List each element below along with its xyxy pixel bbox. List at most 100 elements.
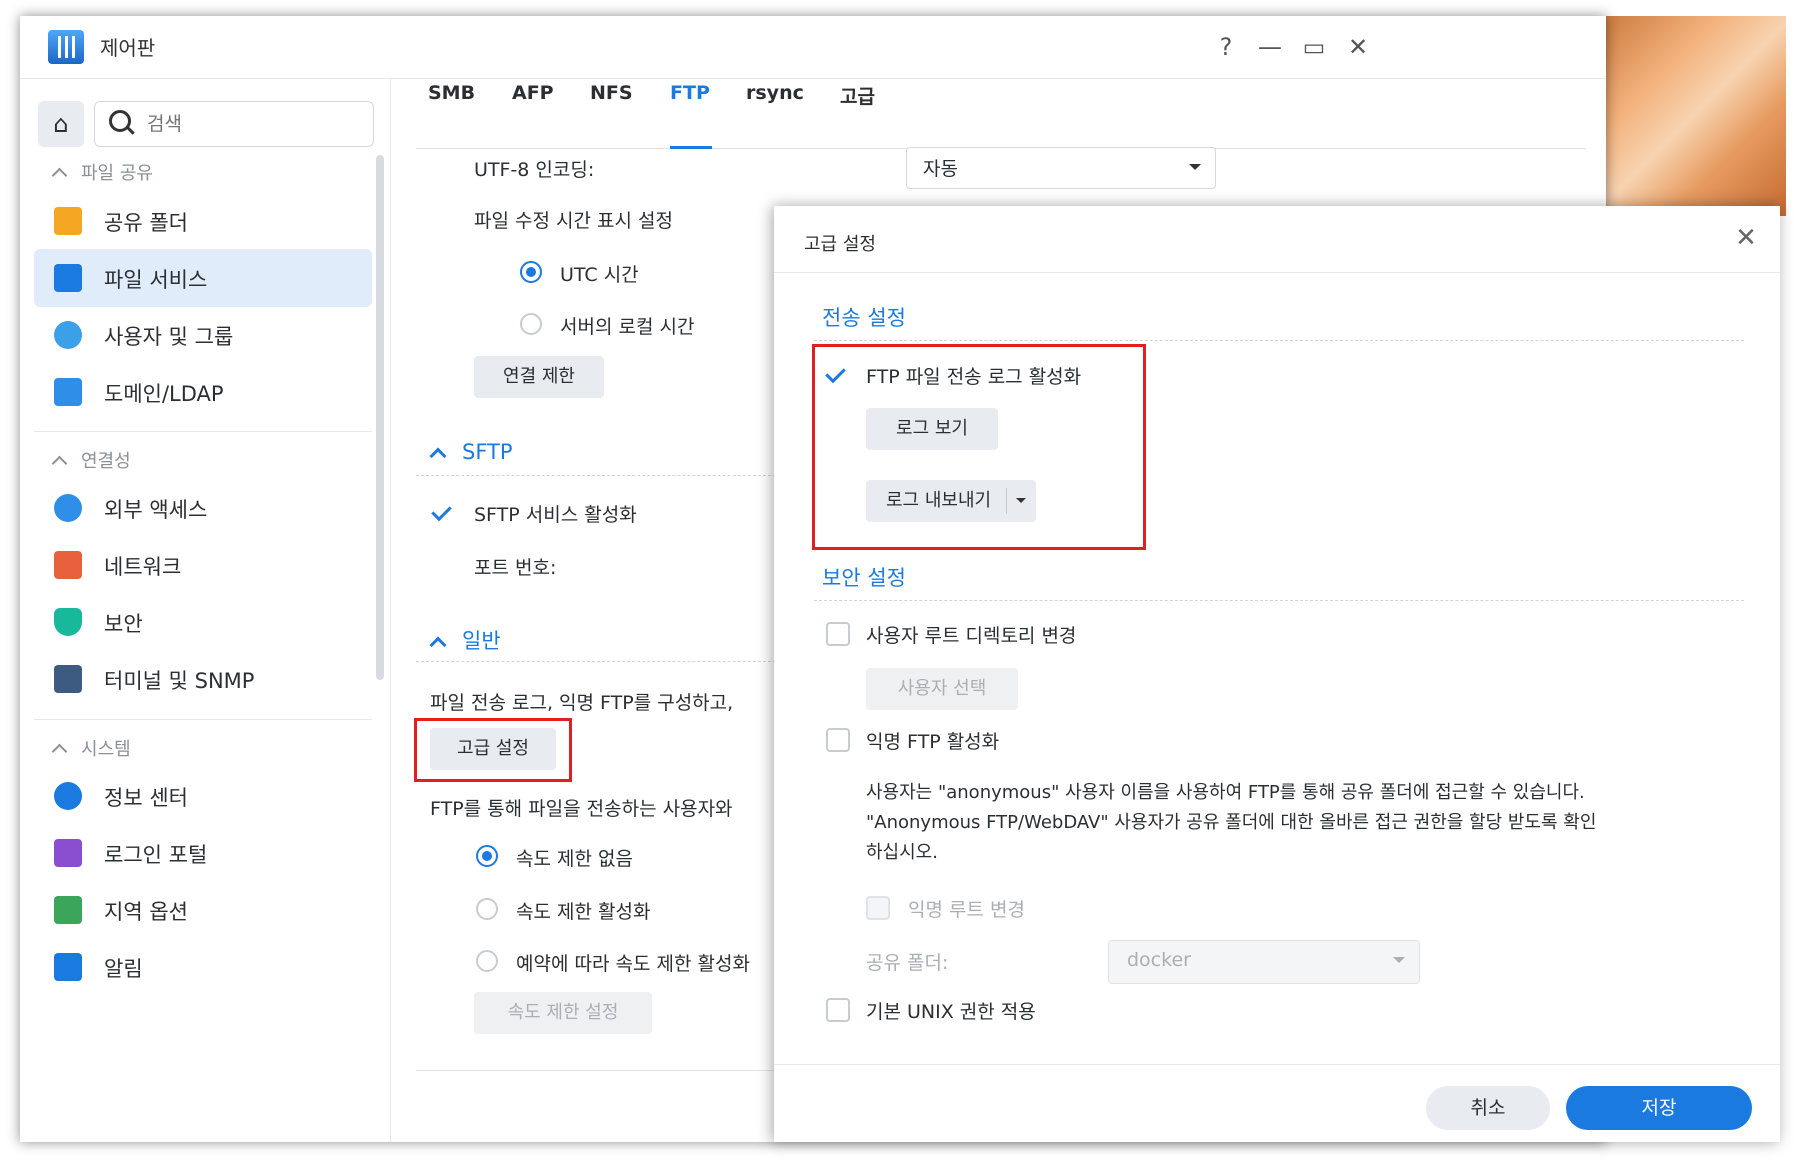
sidebar-item-label: 지역 옵션 (104, 900, 188, 924)
search-icon (109, 110, 131, 132)
anonymous-description-line3: 하십시오. (866, 842, 938, 863)
divider (34, 431, 372, 432)
chevron-down-icon (1189, 164, 1201, 170)
save-button[interactable]: 저장 (1566, 1086, 1752, 1130)
maximize-button[interactable]: ▭ (1294, 28, 1334, 66)
radio-speed-limit[interactable] (476, 898, 498, 920)
minimize-button[interactable]: — (1250, 28, 1290, 66)
tab-advanced[interactable]: 고급 (840, 82, 875, 109)
sidebar-item-external-access[interactable]: 외부 액세스 (34, 479, 372, 537)
radio-utc[interactable] (520, 261, 542, 283)
sftp-section-toggle[interactable]: SFTP (429, 440, 513, 465)
change-user-root-checkbox[interactable] (826, 622, 850, 646)
radio-speed-schedule[interactable] (476, 950, 498, 972)
tab-rsync[interactable]: rsync (746, 82, 804, 104)
sidebar-item-info-center[interactable]: 정보 센터 (34, 767, 372, 825)
search-box[interactable] (94, 101, 374, 147)
users-icon (54, 321, 82, 349)
change-user-root-label: 사용자 루트 디렉토리 변경 (866, 625, 1077, 647)
radio-no-speed-limit[interactable] (476, 845, 498, 867)
anonymous-description-line1: 사용자는 "anonymous" 사용자 이름을 사용하여 FTP를 통해 공유… (866, 782, 1585, 803)
file-services-icon (54, 264, 82, 292)
domain-icon (54, 378, 82, 406)
tab-afp[interactable]: AFP (512, 82, 554, 104)
tab-smb[interactable]: SMB (428, 82, 475, 104)
advanced-settings-dialog: 고급 설정 ✕ 전송 설정 FTP 파일 전송 로그 활성화 로그 보기 로그 … (774, 206, 1780, 1142)
utf8-select[interactable]: 자동 (906, 147, 1216, 189)
sidebar-item-notification[interactable]: 알림 (34, 938, 372, 996)
radio-local-time[interactable] (520, 313, 542, 335)
desktop-wallpaper (1600, 16, 1786, 216)
tab-nfs[interactable]: NFS (590, 82, 633, 104)
sidebar-item-label: 터미널 및 SNMP (104, 669, 255, 693)
sidebar-item-domain-ldap[interactable]: 도메인/LDAP (34, 363, 372, 421)
help-button[interactable]: ? (1206, 28, 1246, 66)
folder-icon (54, 207, 82, 235)
chevron-up-icon (51, 167, 68, 184)
sidebar-item-users-groups[interactable]: 사용자 및 그룹 (34, 306, 372, 364)
chevron-up-icon (51, 743, 68, 760)
sidebar-item-shared-folder[interactable]: 공유 폴더 (34, 192, 372, 250)
cancel-button[interactable]: 취소 (1426, 1086, 1550, 1130)
section-divider (814, 600, 1744, 601)
close-window-button[interactable]: ✕ (1338, 28, 1378, 66)
sidebar-item-label: 알림 (104, 957, 143, 981)
radio-utc-label: UTC 시간 (560, 264, 639, 286)
shared-folder-select[interactable]: docker (1108, 940, 1420, 984)
anonymous-description-line2: "Anonymous FTP/WebDAV" 사용자가 공유 폴더에 대한 올바… (866, 812, 1597, 833)
sidebar-item-label: 사용자 및 그룹 (104, 325, 234, 349)
section-divider (416, 475, 786, 476)
sidebar-item-login-portal[interactable]: 로그인 포털 (34, 824, 372, 882)
notification-icon (54, 953, 82, 981)
sidebar-scrollbar[interactable] (376, 155, 384, 680)
chevron-up-icon (51, 455, 68, 472)
connection-limit-button[interactable]: 연결 제한 (474, 356, 604, 398)
utf8-select-value: 자동 (923, 158, 958, 180)
sidebar-item-terminal-snmp[interactable]: 터미널 및 SNMP (34, 650, 372, 708)
section-connectivity[interactable]: 연결성 (51, 447, 131, 473)
sidebar: ⌂ 파일 공유 공유 폴더 파일 서비스 사용자 및 그룹 도메인/LDAP 연… (20, 79, 391, 1142)
select-user-button[interactable]: 사용자 선택 (866, 668, 1018, 710)
section-title: 연결성 (81, 451, 131, 472)
ftp-log-checkbox[interactable] (826, 362, 850, 386)
section-title: 시스템 (81, 739, 131, 760)
unix-permission-checkbox[interactable] (826, 998, 850, 1022)
sidebar-item-label: 외부 액세스 (104, 498, 208, 522)
dialog-title: 고급 설정 (804, 234, 876, 255)
title-bar: 제어판 ? — ▭ ✕ (20, 16, 1606, 79)
anonymous-root-label: 익명 루트 변경 (908, 899, 1025, 921)
sidebar-item-file-services[interactable]: 파일 서비스 (34, 249, 372, 307)
advanced-settings-button[interactable]: 고급 설정 (430, 728, 556, 770)
sftp-enable-checkbox[interactable] (432, 500, 456, 524)
search-input[interactable] (145, 110, 359, 138)
home-button[interactable]: ⌂ (38, 101, 84, 147)
home-icon: ⌂ (53, 110, 69, 138)
section-file-sharing[interactable]: 파일 공유 (51, 159, 153, 185)
content-footer-line (416, 1070, 786, 1071)
anonymous-root-checkbox[interactable] (866, 896, 890, 920)
sidebar-item-regional-options[interactable]: 지역 옵션 (34, 881, 372, 939)
sidebar-item-network[interactable]: 네트워크 (34, 536, 372, 594)
unix-permission-label: 기본 UNIX 권한 적용 (866, 1001, 1036, 1023)
section-system[interactable]: 시스템 (51, 735, 131, 761)
anonymous-ftp-label: 익명 FTP 활성화 (866, 731, 1000, 753)
radio-speed-schedule-label: 예약에 따라 속도 제한 활성화 (516, 953, 750, 975)
anonymous-ftp-checkbox[interactable] (826, 728, 850, 752)
ftp-log-label: FTP 파일 전송 로그 활성화 (866, 366, 1082, 388)
section-title: 파일 공유 (81, 163, 153, 184)
close-icon[interactable]: ✕ (1726, 218, 1766, 258)
mtime-label: 파일 수정 시간 표시 설정 (474, 210, 673, 232)
sidebar-item-label: 파일 서비스 (104, 268, 208, 292)
chevron-down-icon[interactable] (1016, 498, 1026, 503)
dialog-footer-divider (774, 1064, 1780, 1065)
divider (34, 719, 372, 720)
speed-limit-settings-button[interactable]: 속도 제한 설정 (474, 992, 652, 1034)
radio-speed-limit-label: 속도 제한 활성화 (516, 901, 651, 923)
tab-ftp[interactable]: FTP (670, 82, 710, 104)
sftp-enable-label: SFTP 서비스 활성화 (474, 504, 637, 526)
export-log-button[interactable]: 로그 내보내기 (866, 480, 1036, 522)
general-section-toggle[interactable]: 일반 (429, 625, 501, 655)
split-divider (1006, 488, 1007, 514)
view-log-button[interactable]: 로그 보기 (866, 408, 998, 450)
sidebar-item-security[interactable]: 보안 (34, 593, 372, 651)
